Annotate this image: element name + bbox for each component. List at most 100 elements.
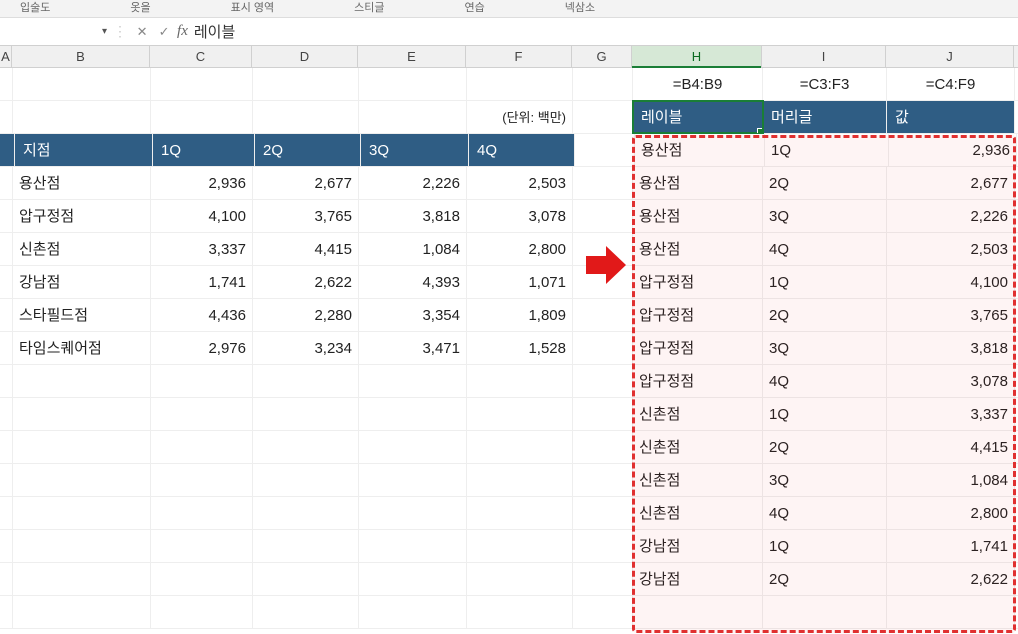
branch-name[interactable]: 신촌점: [13, 233, 151, 265]
cell[interactable]: [151, 431, 253, 463]
col-header-G[interactable]: G: [572, 46, 632, 67]
cell[interactable]: 4,415: [253, 233, 359, 265]
formula-input[interactable]: 레이블: [194, 21, 1014, 42]
cell[interactable]: [467, 365, 573, 397]
cell[interactable]: [359, 365, 467, 397]
right-header-value[interactable]: 값: [887, 101, 1015, 133]
cell[interactable]: [0, 332, 13, 364]
cell[interactable]: [0, 497, 13, 529]
cell[interactable]: 신촌점: [633, 464, 763, 496]
cell[interactable]: 3Q: [763, 332, 887, 364]
cell[interactable]: [467, 398, 573, 430]
formula-ref-h[interactable]: =B4:B9: [633, 68, 763, 100]
cell[interactable]: 1Q: [765, 134, 889, 166]
branch-name[interactable]: 용산점: [13, 167, 151, 199]
cell[interactable]: [359, 101, 467, 133]
cell[interactable]: [467, 530, 573, 562]
cell[interactable]: 신촌점: [633, 431, 763, 463]
right-header-heading[interactable]: 머리글: [763, 101, 887, 133]
cell[interactable]: 4Q: [763, 497, 887, 529]
cell[interactable]: 2Q: [763, 431, 887, 463]
cell[interactable]: 강남점: [633, 530, 763, 562]
branch-name[interactable]: 스타필드점: [13, 299, 151, 331]
cell[interactable]: 용산점: [635, 134, 765, 166]
cell[interactable]: [151, 530, 253, 562]
cell[interactable]: [13, 431, 151, 463]
cell[interactable]: [887, 596, 1015, 628]
cell[interactable]: [0, 431, 13, 463]
name-box[interactable]: [4, 21, 100, 43]
branch-name[interactable]: 타임스퀘어점: [13, 332, 151, 364]
fx-icon[interactable]: fx: [175, 23, 194, 40]
cell[interactable]: [253, 464, 359, 496]
cell[interactable]: 3,818: [359, 200, 467, 232]
formula-ref-j[interactable]: =C4:F9: [887, 68, 1015, 100]
cell[interactable]: [573, 464, 633, 496]
cell[interactable]: [13, 365, 151, 397]
cell[interactable]: [0, 464, 13, 496]
cell[interactable]: [359, 563, 467, 595]
cell[interactable]: [13, 464, 151, 496]
cell[interactable]: [359, 464, 467, 496]
cells[interactable]: =B4:B9 =C3:F3 =C4:F9 (단위: 백만) 레이블 머리글 값: [0, 68, 1018, 629]
cell[interactable]: [573, 299, 633, 331]
cell[interactable]: 2,226: [887, 200, 1015, 232]
cell[interactable]: [151, 596, 253, 628]
cell[interactable]: 2,226: [359, 167, 467, 199]
cell[interactable]: [13, 68, 151, 100]
cell[interactable]: [151, 563, 253, 595]
cell[interactable]: 1,084: [887, 464, 1015, 496]
cell[interactable]: 3,337: [151, 233, 253, 265]
col-header-F[interactable]: F: [466, 46, 572, 67]
cell[interactable]: [573, 332, 633, 364]
cell[interactable]: [359, 398, 467, 430]
cell[interactable]: 3,337: [887, 398, 1015, 430]
cell[interactable]: 1,741: [151, 266, 253, 298]
cell[interactable]: [151, 68, 253, 100]
cell[interactable]: 1,809: [467, 299, 573, 331]
cell[interactable]: 2,936: [151, 167, 253, 199]
cell[interactable]: [0, 398, 13, 430]
cell[interactable]: 압구정점: [633, 365, 763, 397]
left-header-branch[interactable]: 지점: [15, 134, 153, 166]
cell[interactable]: [0, 68, 13, 100]
col-header-E[interactable]: E: [358, 46, 466, 67]
cell[interactable]: [253, 101, 359, 133]
cell[interactable]: [573, 497, 633, 529]
cell[interactable]: 1,084: [359, 233, 467, 265]
cell[interactable]: [13, 497, 151, 529]
cell[interactable]: 2,800: [887, 497, 1015, 529]
cell[interactable]: 강남점: [633, 563, 763, 595]
cell[interactable]: [573, 101, 633, 133]
cell[interactable]: [573, 596, 633, 628]
cell[interactable]: [633, 596, 763, 628]
cell[interactable]: 2Q: [763, 167, 887, 199]
cell[interactable]: [359, 596, 467, 628]
col-header-C[interactable]: C: [150, 46, 252, 67]
left-header-q2[interactable]: 2Q: [255, 134, 361, 166]
cell[interactable]: 3Q: [763, 464, 887, 496]
cell[interactable]: 1Q: [763, 398, 887, 430]
cell[interactable]: 4,100: [887, 266, 1015, 298]
cell[interactable]: 2,622: [253, 266, 359, 298]
cell[interactable]: [151, 398, 253, 430]
cell[interactable]: 2,677: [887, 167, 1015, 199]
cell[interactable]: 1,528: [467, 332, 573, 364]
cell[interactable]: [13, 596, 151, 628]
cell[interactable]: [253, 497, 359, 529]
cell[interactable]: [13, 398, 151, 430]
cell[interactable]: [0, 134, 15, 166]
cell[interactable]: 용산점: [633, 200, 763, 232]
name-box-dropdown-icon[interactable]: ▾: [100, 26, 109, 37]
cell[interactable]: 용산점: [633, 167, 763, 199]
cell[interactable]: 1,071: [467, 266, 573, 298]
cell[interactable]: 2Q: [763, 299, 887, 331]
cell[interactable]: [13, 563, 151, 595]
col-header-I[interactable]: I: [762, 46, 886, 67]
left-header-q1[interactable]: 1Q: [153, 134, 255, 166]
cell[interactable]: 1,741: [887, 530, 1015, 562]
cell[interactable]: [151, 497, 253, 529]
cell[interactable]: [573, 200, 633, 232]
cell[interactable]: [0, 563, 13, 595]
cell[interactable]: 3,818: [887, 332, 1015, 364]
